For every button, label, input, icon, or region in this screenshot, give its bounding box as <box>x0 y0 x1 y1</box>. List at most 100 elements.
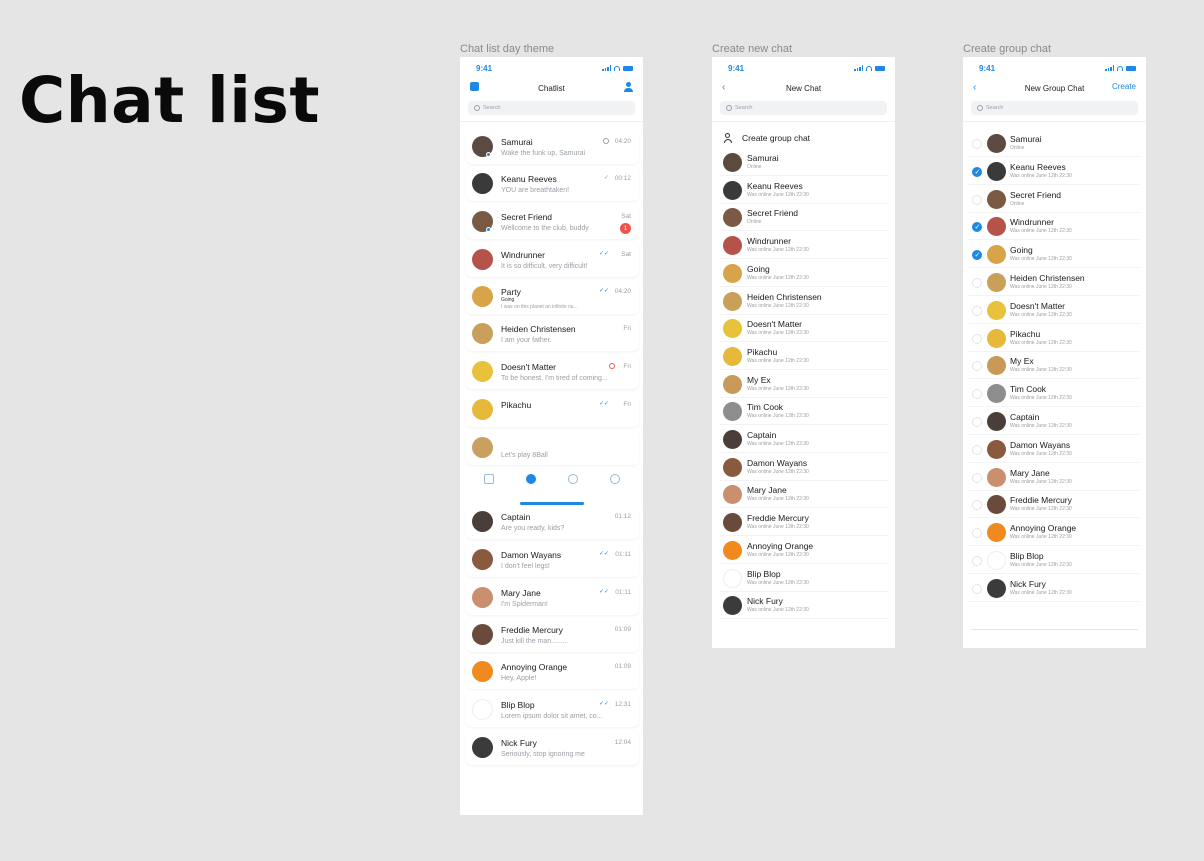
contact-name: My Ex <box>1010 356 1034 367</box>
unchecked-checkbox-icon[interactable] <box>972 305 982 316</box>
chat-row[interactable]: Damon Wayans I don't feel legs! 01:11 ✓✓ <box>466 543 639 577</box>
chat-row[interactable]: Doesn't Matter To be honest, I'm tired of… <box>466 355 639 389</box>
contacts-tab-icon[interactable] <box>484 474 494 484</box>
frame-label-chat-list: Chat list day theme <box>460 43 555 55</box>
unchecked-checkbox-icon[interactable] <box>972 472 982 483</box>
settings-tab-icon[interactable] <box>568 474 578 484</box>
search-icon <box>474 105 480 111</box>
checked-checkbox-icon[interactable] <box>972 222 982 233</box>
group-contact-row[interactable]: Secret Friend Online <box>969 186 1140 213</box>
contact-row[interactable]: Captain Was online June 12th 22:30 <box>720 427 889 453</box>
contact-name: Damon Wayans <box>747 457 808 468</box>
unchecked-checkbox-icon[interactable] <box>972 333 982 344</box>
contact-row[interactable]: Damon Wayans Was online June 12th 22:30 <box>720 454 889 481</box>
chat-row[interactable]: Annoying Orange Hey, Apple! 01:09 <box>466 655 639 689</box>
chat-message: Wake the funk up, Samurai <box>501 150 586 157</box>
contact-name: Pikachu <box>1010 328 1041 339</box>
compose-icon <box>470 82 479 91</box>
contact-row[interactable]: Tim Cook Was online June 12th 22:30 <box>720 399 889 426</box>
chat-row[interactable]: Captain Are you ready, kids? 01:12 <box>466 505 639 539</box>
group-contact-row[interactable]: Freddie Mercury Was online June 12th 22:3… <box>969 492 1140 519</box>
group-contact-row[interactable]: Pikachu Was online June 12th 22:30 <box>969 325 1140 352</box>
create-group-chat-button[interactable]: Create group chat <box>724 132 810 144</box>
group-chat-screen: 9:41 ‹ New Group Chat Create Search Samu… <box>963 57 1146 648</box>
unchecked-checkbox-icon[interactable] <box>972 528 982 539</box>
chat-message: YOU are breathtaken! <box>501 187 570 194</box>
group-contact-row[interactable]: WindrunnerWas online June 12th 22:30 <box>969 214 1140 241</box>
unchecked-checkbox-icon[interactable] <box>972 417 982 427</box>
info-tab-icon[interactable] <box>610 474 620 484</box>
group-contact-row[interactable]: Tim Cook Was online June 12th 22:30 <box>969 381 1140 408</box>
chat-message: It is so difficult, very difficult! <box>501 263 588 270</box>
group-contact-row[interactable]: My Ex Was online June 12th 22:30 <box>969 353 1140 380</box>
unchecked-checkbox-icon[interactable] <box>972 583 982 594</box>
search-input[interactable]: Search <box>720 101 887 115</box>
group-contact-row[interactable]: Damon Wayans Was online June 12th 22:30 <box>969 436 1140 463</box>
group-contact-row[interactable]: Annoying Orange Was online June 12th 22:3… <box>969 520 1140 547</box>
contact-row[interactable]: Samurai Online <box>720 150 889 176</box>
contact-name: Annoying Orange <box>747 540 814 551</box>
unchecked-checkbox-icon[interactable] <box>972 444 982 455</box>
group-contact-row[interactable]: Samurai Online <box>969 131 1140 157</box>
search-input[interactable]: Search <box>468 101 635 115</box>
chat-row[interactable]: Nick Fury Seriously, stop ignoring me 12:0… <box>466 731 639 765</box>
contact-row[interactable]: Mary Jane Was online June 12th 22:30 <box>720 482 889 509</box>
nav-title: New Group Chat <box>1024 83 1085 93</box>
contact-row[interactable]: Nick Fury Was online June 12th 22:30 <box>720 593 889 620</box>
unchecked-checkbox-icon[interactable] <box>972 500 982 511</box>
contact-name: Blip Blop <box>1010 551 1044 561</box>
group-contact-row[interactable]: Heiden Christensen Was online June 12th 2… <box>969 270 1140 296</box>
group-contact-row[interactable]: Keanu ReevesWas online June 12th 22:30 <box>969 158 1140 185</box>
checked-checkbox-icon[interactable] <box>972 166 982 177</box>
unchecked-checkbox-icon[interactable] <box>972 139 982 149</box>
chat-row[interactable]: Let's play 8Ball <box>466 431 639 465</box>
unchecked-checkbox-icon[interactable] <box>972 194 982 205</box>
group-contact-row[interactable]: GoingWas online June 12th 22:30 <box>969 242 1140 269</box>
chevron-left-icon[interactable]: ‹ <box>973 82 976 93</box>
chat-row[interactable]: Keanu Reeves YOU are breathtaken! 00:12 ✓ <box>466 167 639 201</box>
chats-tab-icon[interactable] <box>526 474 536 484</box>
chat-row[interactable]: Mary Jane I'm Spiderman! 01:11 ✓✓ <box>466 581 639 615</box>
contact-row[interactable]: Windrunner Was online June 12th 22:30 <box>720 233 889 260</box>
contact-row[interactable]: Pikachu Was online June 12th 22:30 <box>720 343 889 370</box>
group-contact-row[interactable]: Captain Was online June 12th 22:30 <box>969 409 1140 435</box>
contact-row[interactable]: Going Was online June 12th 22:30 <box>720 260 889 287</box>
search-input[interactable]: Search <box>971 101 1138 115</box>
chat-row[interactable]: Windrunner It is so difficult, very diffi… <box>466 243 639 277</box>
contact-name: Captain <box>747 430 777 440</box>
unchecked-checkbox-icon[interactable] <box>972 556 982 566</box>
contact-status: Was online June 12th 22:30 <box>1010 228 1072 235</box>
contact-name: Samurai <box>747 153 779 163</box>
contact-status: Was online June 12th 22:30 <box>747 274 809 281</box>
create-button[interactable]: Create <box>1112 82 1136 91</box>
chat-row[interactable]: Party Going I was on this planet an infini… <box>466 280 639 314</box>
chat-row[interactable]: Blip Blop Lorem ipsum dolor sit amet, co.… <box>466 693 639 727</box>
contact-status: Was online June 12th 22:30 <box>1010 478 1072 485</box>
contact-status: Was online June 12th 22:30 <box>1010 256 1072 263</box>
chevron-left-icon[interactable]: ‹ <box>722 82 725 93</box>
group-contact-row[interactable]: Blip Blop Was online June 12th 22:30 <box>969 548 1140 574</box>
contact-row[interactable]: Freddie Mercury Was online June 12th 22:3… <box>720 510 889 537</box>
avatar <box>472 511 493 532</box>
profile-button[interactable] <box>624 82 633 93</box>
unchecked-checkbox-icon[interactable] <box>972 278 982 288</box>
chat-row[interactable]: Heiden Christensen I am your father. Fri <box>466 317 639 351</box>
contact-row[interactable]: Secret Friend Online <box>720 205 889 232</box>
contact-row[interactable]: Blip Blop Was online June 12th 22:30 <box>720 565 889 592</box>
chat-row[interactable]: Pikachu Fri ✓✓ <box>466 393 639 427</box>
chat-row[interactable]: Samurai Wake the funk up, Samurai 04:20 <box>466 130 639 164</box>
unchecked-checkbox-icon[interactable] <box>972 361 982 372</box>
compose-button[interactable] <box>470 82 479 91</box>
contact-row[interactable]: Keanu Reeves Was online June 12th 22:30 <box>720 177 889 204</box>
contact-row[interactable]: Heiden Christensen Was online June 12th 2… <box>720 288 889 315</box>
group-contact-row[interactable]: Doesn't Matter Was online June 12th 22:30 <box>969 297 1140 324</box>
contact-row[interactable]: Doesn't Matter Was online June 12th 22:30 <box>720 316 889 343</box>
chat-row[interactable]: Secret Friend Wellcome to the club, buddy… <box>466 205 639 239</box>
unchecked-checkbox-icon[interactable] <box>972 389 982 400</box>
group-contact-row[interactable]: Nick Fury Was online June 12th 22:30 <box>969 575 1140 602</box>
contact-row[interactable]: My Ex Was online June 12th 22:30 <box>720 371 889 398</box>
group-contact-row[interactable]: Mary Jane Was online June 12th 22:30 <box>969 464 1140 491</box>
checked-checkbox-icon[interactable] <box>972 250 982 261</box>
contact-row[interactable]: Annoying Orange Was online June 12th 22:3… <box>720 537 889 564</box>
chat-row[interactable]: Freddie Mercury Just kill the man........… <box>466 618 639 652</box>
